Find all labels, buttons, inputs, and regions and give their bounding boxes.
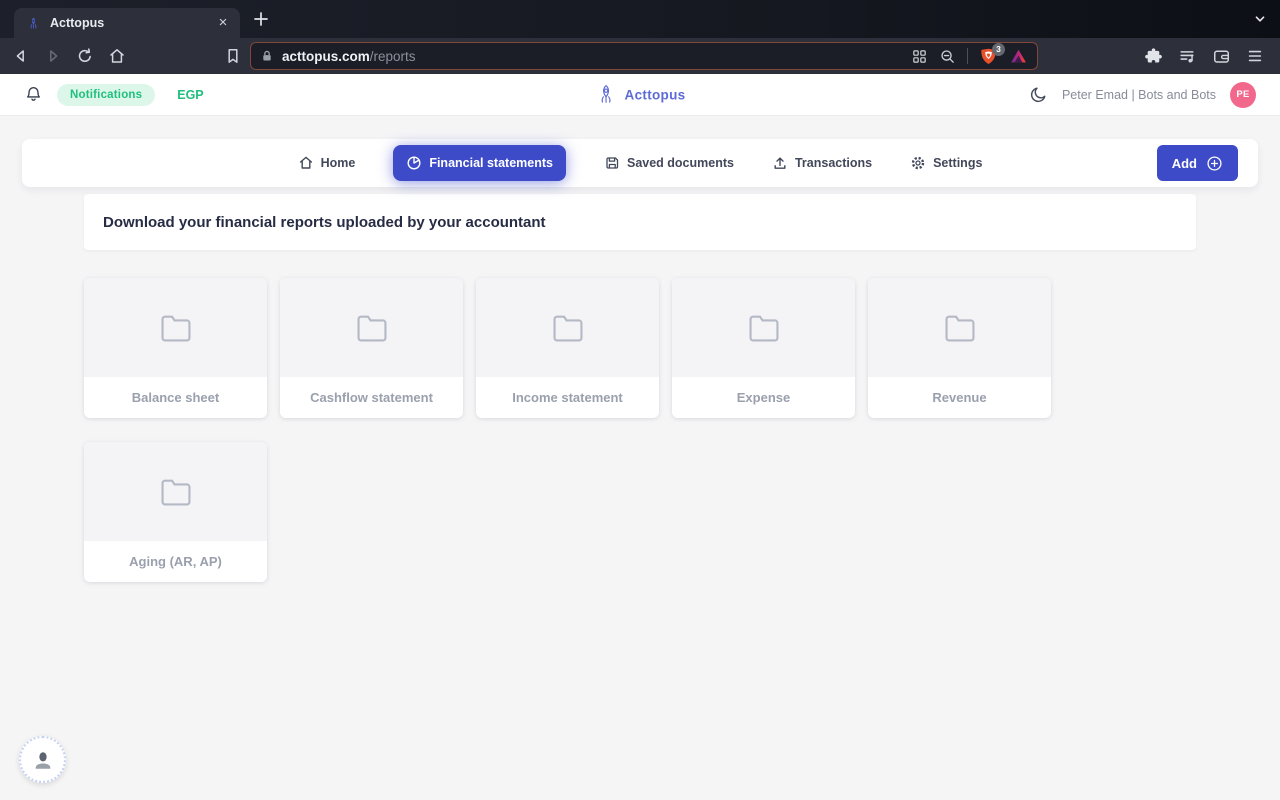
url-text: acttopus.com/reports bbox=[282, 49, 911, 64]
forward-icon[interactable] bbox=[44, 47, 62, 65]
home-icon[interactable] bbox=[108, 47, 126, 65]
card-label: Cashflow statement bbox=[310, 390, 433, 405]
currency-label[interactable]: EGP bbox=[177, 88, 203, 102]
folder-icon bbox=[748, 315, 779, 342]
card-label: Expense bbox=[736, 390, 791, 405]
report-card-expense[interactable]: Expense bbox=[672, 278, 855, 418]
extensions-puzzle-icon[interactable] bbox=[1144, 47, 1163, 66]
dark-mode-moon-icon[interactable] bbox=[1029, 85, 1048, 104]
tab-search-chevron-icon[interactable] bbox=[1252, 11, 1268, 27]
tab-home[interactable]: Home bbox=[298, 155, 356, 171]
zoom-search-icon[interactable] bbox=[939, 48, 956, 65]
new-tab-icon[interactable] bbox=[252, 10, 270, 28]
tab-close-icon[interactable]: × bbox=[214, 14, 232, 32]
back-icon[interactable] bbox=[12, 47, 30, 65]
shield-counter-badge: 3 bbox=[992, 42, 1005, 56]
add-button[interactable]: Add bbox=[1156, 145, 1238, 181]
info-banner: Download your financial reports uploaded… bbox=[84, 194, 1196, 250]
card-thumbnail bbox=[84, 442, 267, 541]
tab-label: Home bbox=[320, 156, 356, 170]
bell-icon[interactable] bbox=[24, 85, 43, 104]
report-card-income-statement[interactable]: Income statement bbox=[476, 278, 659, 418]
menu-icon[interactable] bbox=[1246, 47, 1264, 65]
card-thumbnail bbox=[672, 278, 855, 377]
tab-saved-documents[interactable]: Saved documents bbox=[604, 155, 734, 171]
logo-text: Acttopus bbox=[624, 87, 686, 102]
report-cards-grid: Balance sheet Cashflow statement Income … bbox=[84, 278, 1196, 582]
card-thumbnail bbox=[476, 278, 659, 377]
tab-label: Transactions bbox=[794, 156, 873, 170]
wallet-icon[interactable] bbox=[1212, 47, 1231, 66]
home-tab-icon bbox=[299, 156, 312, 169]
folder-icon bbox=[944, 315, 975, 342]
card-label: Revenue bbox=[932, 390, 987, 405]
divider bbox=[967, 48, 968, 64]
card-label: Aging (AR, AP) bbox=[129, 554, 222, 569]
folder-icon bbox=[552, 315, 583, 342]
gear-icon bbox=[911, 156, 925, 170]
url-path: /reports bbox=[369, 48, 416, 64]
upload-icon bbox=[774, 157, 786, 169]
card-label: Balance sheet bbox=[131, 390, 220, 405]
banner-text: Download your financial reports uploaded… bbox=[103, 213, 546, 231]
pie-chart-icon bbox=[407, 156, 421, 170]
tab-financial-statements[interactable]: Financial statements bbox=[393, 145, 566, 181]
tab-label: Saved documents bbox=[626, 156, 734, 170]
reload-icon[interactable] bbox=[76, 47, 94, 65]
site-favicon-rocket-icon bbox=[30, 17, 37, 29]
logo-rocket-icon bbox=[601, 84, 611, 103]
card-thumbnail bbox=[868, 278, 1051, 377]
tab-title: Acttopus bbox=[50, 16, 105, 30]
save-disk-icon bbox=[606, 157, 619, 169]
lock-icon bbox=[263, 50, 271, 61]
person-icon bbox=[35, 751, 50, 769]
url-domain: acttopus.com bbox=[282, 48, 370, 64]
browser-tab[interactable]: Acttopus × bbox=[14, 8, 240, 38]
accessibility-widget-button[interactable] bbox=[19, 736, 66, 783]
tab-transactions[interactable]: Transactions bbox=[772, 155, 872, 171]
card-thumbnail bbox=[84, 278, 267, 377]
report-card-revenue[interactable]: Revenue bbox=[868, 278, 1051, 418]
notifications-badge[interactable]: Notifications bbox=[57, 83, 156, 106]
folder-icon bbox=[160, 479, 191, 506]
folder-icon bbox=[356, 315, 387, 342]
tiles-grid-icon[interactable] bbox=[911, 48, 928, 65]
main-nav: Home Financial statements Saved document… bbox=[22, 139, 1258, 187]
brave-shield-icon[interactable]: 3 bbox=[979, 42, 1005, 66]
address-bar[interactable]: acttopus.com/reports 3 bbox=[250, 42, 1038, 70]
report-card-aging-ar-ap[interactable]: Aging (AR, AP) bbox=[84, 442, 267, 582]
playlist-icon[interactable] bbox=[1178, 47, 1197, 66]
add-button-label: Add bbox=[1171, 155, 1197, 171]
brave-rewards-triangle-icon[interactable] bbox=[1009, 47, 1028, 66]
tab-label: Financial statements bbox=[429, 156, 553, 170]
tab-label: Settings bbox=[933, 156, 983, 170]
user-name: Peter Emad | Bots and Bots bbox=[1061, 87, 1216, 102]
report-card-balance-sheet[interactable]: Balance sheet bbox=[84, 278, 267, 418]
card-label: Income statement bbox=[512, 390, 623, 405]
browser-toolbar: acttopus.com/reports 3 bbox=[0, 38, 1280, 74]
plus-circle-icon bbox=[1207, 155, 1222, 171]
browser-tabstrip: Acttopus × bbox=[0, 0, 1280, 38]
card-thumbnail bbox=[280, 278, 463, 377]
app-logo[interactable]: Acttopus bbox=[595, 83, 686, 106]
folder-icon bbox=[160, 315, 191, 342]
report-card-cashflow-statement[interactable]: Cashflow statement bbox=[280, 278, 463, 418]
app-header: Notifications EGP Acttopus Peter Emad | … bbox=[0, 74, 1280, 116]
avatar[interactable]: PE bbox=[1230, 81, 1256, 108]
bookmarks-icon[interactable] bbox=[224, 47, 242, 65]
tab-settings[interactable]: Settings bbox=[910, 155, 982, 171]
